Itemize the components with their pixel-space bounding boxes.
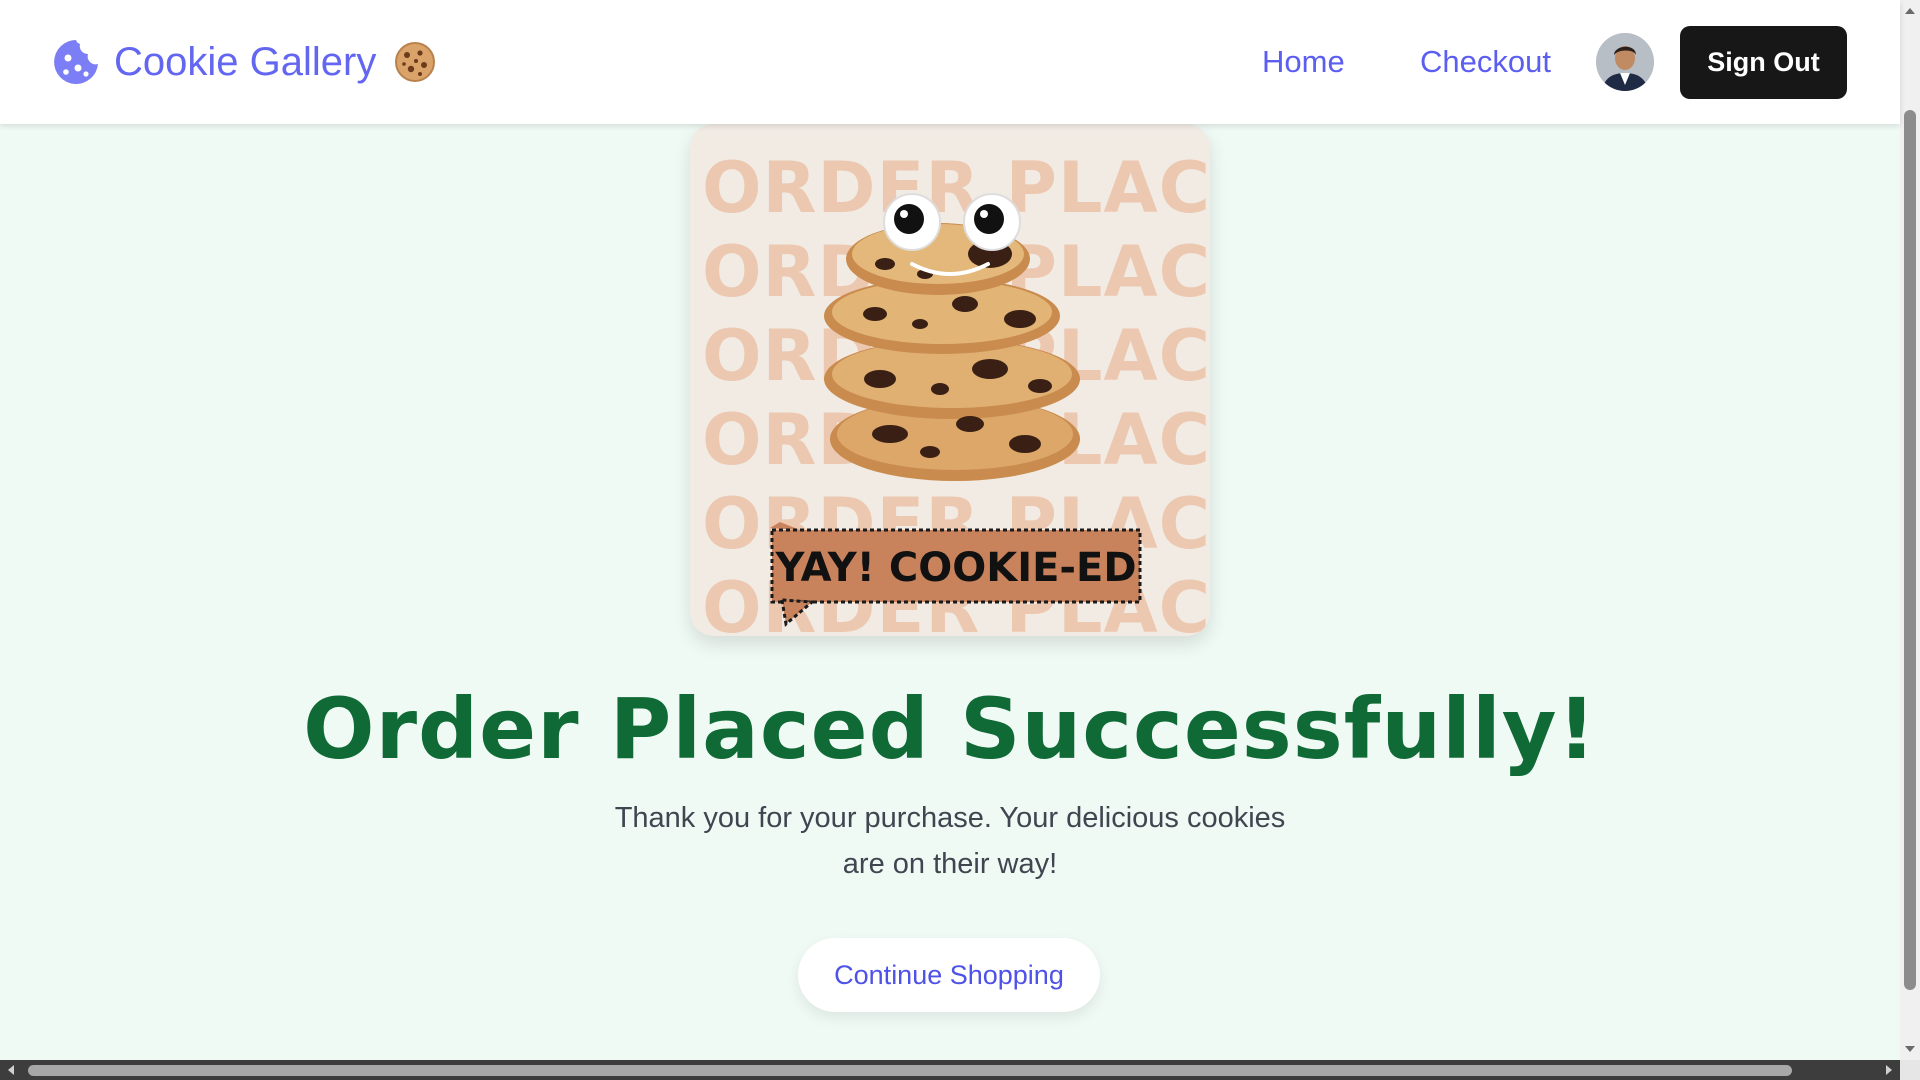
cookie-stack-illustration: ORDER PLACED ORDER PLACED ORDER PLACED O… — [690, 124, 1210, 636]
horizontal-scroll-thumb[interactable] — [28, 1065, 1792, 1076]
scroll-down-arrow-icon[interactable] — [1900, 1040, 1920, 1058]
continue-shopping-button[interactable]: Continue Shopping — [798, 938, 1100, 1012]
nav-home-link[interactable]: Home — [1262, 44, 1345, 80]
vertical-scrollbar[interactable] — [1900, 0, 1920, 1060]
person-icon — [1596, 33, 1654, 91]
scroll-up-arrow-icon[interactable] — [1900, 2, 1920, 20]
brand-name: Cookie Gallery — [114, 39, 377, 84]
sign-out-button[interactable]: Sign Out — [1680, 26, 1847, 99]
order-success-message: Thank you for your purchase. Your delici… — [614, 802, 1286, 880]
order-success-title: Order Placed Successfully! — [303, 680, 1597, 778]
order-placed-hero-image: ORDER PLACED ORDER PLACED ORDER PLACED O… — [690, 124, 1210, 636]
cookie-bite-icon — [54, 40, 98, 84]
top-navbar: Cookie Gallery Home Checkout Sign Out — [0, 0, 1900, 124]
vertical-scroll-thumb[interactable] — [1904, 110, 1916, 990]
scroll-left-arrow-icon[interactable] — [2, 1062, 20, 1078]
user-avatar[interactable] — [1596, 33, 1654, 91]
scroll-right-arrow-icon[interactable] — [1880, 1062, 1898, 1078]
scrollbar-corner — [1900, 1060, 1920, 1080]
horizontal-scrollbar[interactable] — [0, 1060, 1920, 1080]
bg-text-row: ORDER PLACED — [702, 147, 1210, 229]
speech-bubble-text: YAY! COOKIE-ED — [774, 545, 1136, 591]
brand-link[interactable]: Cookie Gallery — [50, 36, 436, 88]
nav-checkout-link[interactable]: Checkout — [1420, 44, 1551, 80]
cookie-emoji-icon — [395, 42, 436, 82]
